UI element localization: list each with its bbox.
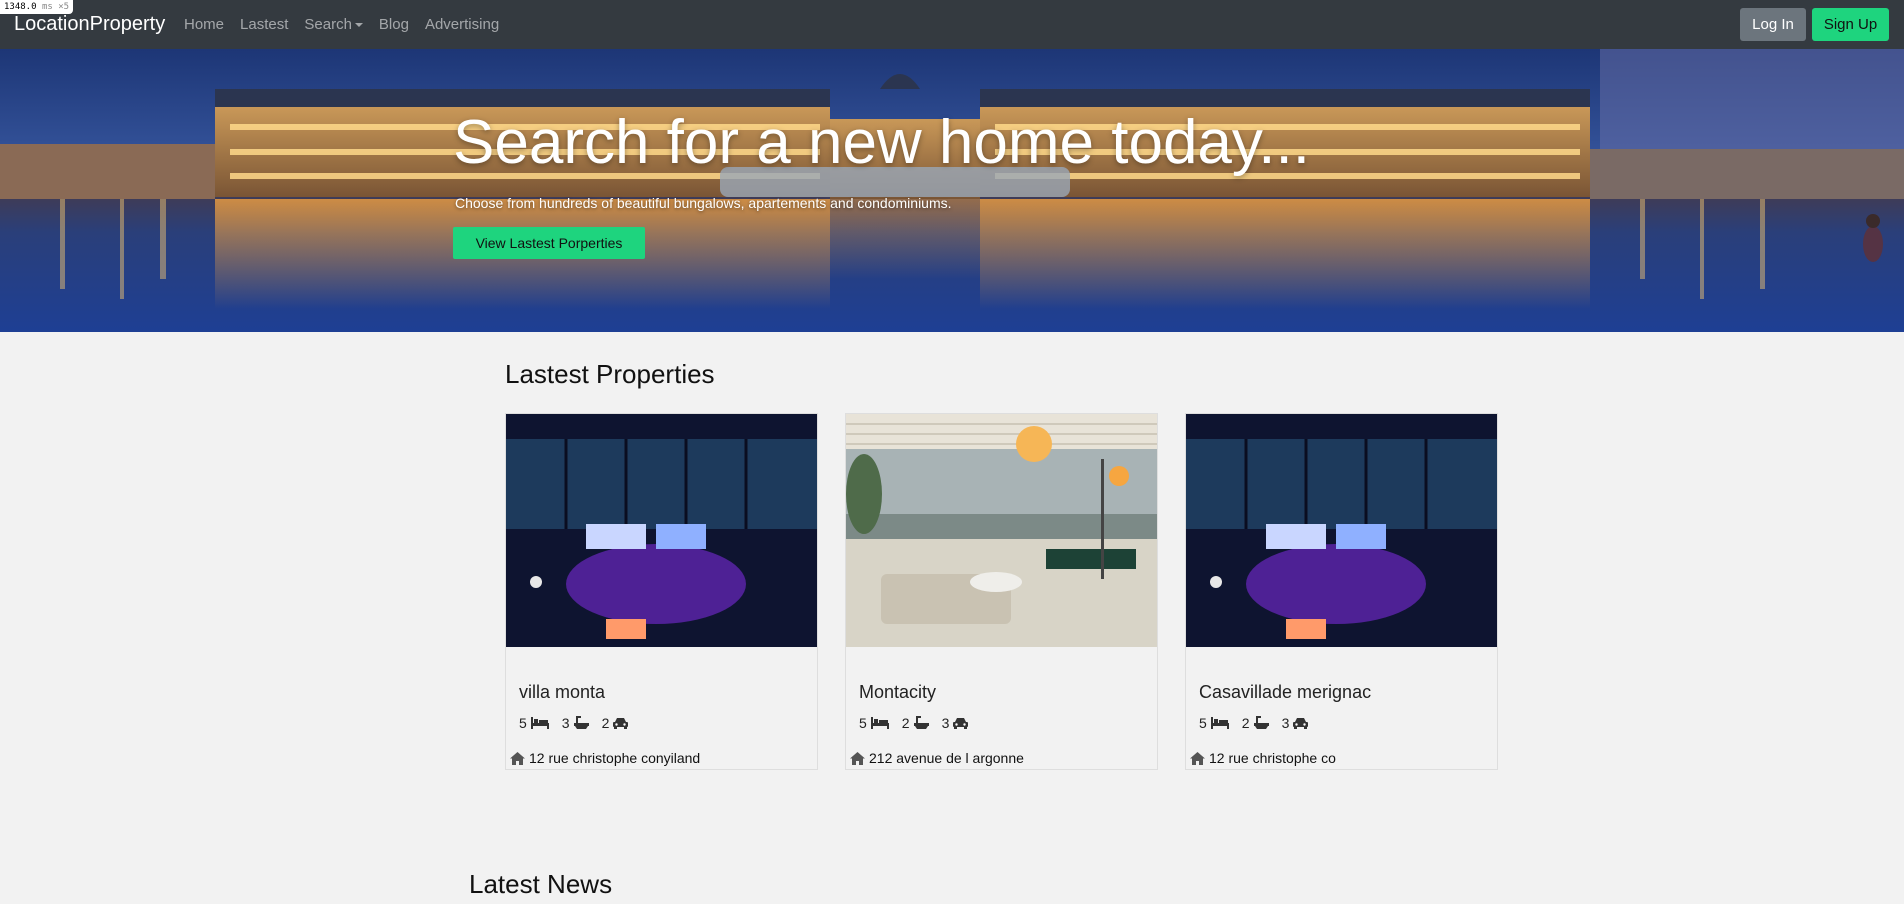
- property-address: 12 rue christophe conyiland: [510, 749, 700, 767]
- beds-count: 5: [519, 715, 527, 731]
- top-navbar: LocationProperty Home Lastest Search Blo…: [0, 0, 1904, 49]
- hero-subtitle: Choose from hundreds of beautiful bungal…: [455, 195, 952, 211]
- bed-icon: [870, 717, 889, 729]
- home-icon: [850, 751, 865, 765]
- property-address-text: 12 rue christophe conyiland: [529, 750, 701, 766]
- perf-timing-badge: 1348.0 ms ×5: [0, 0, 74, 14]
- hero-banner: Search for a new home today... Choose fr…: [0, 49, 1904, 332]
- nav-link-home[interactable]: Home: [184, 16, 224, 33]
- property-features: 5 2 3: [1199, 714, 1321, 732]
- hero-background-image: [0, 49, 1904, 332]
- property-image: [506, 414, 817, 647]
- property-title[interactable]: Casavillade merignac: [1199, 681, 1371, 703]
- caret-down-icon: [354, 22, 363, 27]
- home-icon: [510, 751, 525, 765]
- bath-icon: [573, 716, 589, 729]
- property-card[interactable]: villa monta 5 3 2 12 rue christophe cony…: [505, 413, 818, 770]
- car-icon: [1293, 718, 1309, 729]
- latest-properties-heading: Lastest Properties: [505, 359, 715, 389]
- property-address-text: 212 avenue de l argonne: [869, 750, 1024, 766]
- nav-dropdown-search[interactable]: Search: [304, 16, 363, 33]
- property-features: 5 3 2: [519, 714, 641, 732]
- property-address-text: 12 rue christophe co: [1209, 750, 1336, 766]
- nav-link-lastest[interactable]: Lastest: [240, 16, 288, 33]
- garages-count: 2: [601, 715, 610, 731]
- beds-count: 5: [1199, 715, 1207, 731]
- nav-links: Home Lastest Search Blog Advertising: [184, 0, 515, 49]
- property-address: 12 rue christophe co: [1190, 749, 1336, 767]
- brand-logo[interactable]: LocationProperty: [14, 12, 165, 36]
- perf-timing-unit: ms ×5: [41, 2, 70, 12]
- property-card[interactable]: Casavillade merignac 5 2 3 12 rue christ…: [1185, 413, 1498, 770]
- beds-count: 5: [859, 715, 867, 731]
- bath-icon: [1253, 716, 1269, 729]
- baths-count: 2: [1241, 715, 1250, 731]
- login-button[interactable]: Log In: [1740, 8, 1806, 41]
- baths-count: 3: [561, 715, 570, 731]
- latest-news-heading: Latest News: [469, 869, 613, 899]
- property-title[interactable]: Montacity: [859, 681, 936, 703]
- garages-count: 3: [941, 715, 950, 731]
- signup-button[interactable]: Sign Up: [1812, 8, 1889, 41]
- bed-icon: [1210, 717, 1229, 729]
- perf-timing-value: 1348.0: [4, 2, 37, 12]
- car-icon: [613, 718, 629, 729]
- nav-link-advertising[interactable]: Advertising: [425, 16, 499, 33]
- bath-icon: [913, 716, 929, 729]
- car-icon: [953, 718, 969, 729]
- property-image: [1186, 414, 1497, 647]
- view-latest-properties-button[interactable]: View Lastest Porperties: [453, 227, 645, 259]
- nav-link-search-label: Search: [304, 16, 352, 33]
- baths-count: 2: [901, 715, 910, 731]
- property-title[interactable]: villa monta: [519, 681, 605, 703]
- nav-link-blog[interactable]: Blog: [379, 16, 409, 33]
- bed-icon: [530, 717, 549, 729]
- property-card[interactable]: Montacity 5 2 3 212 avenue de l argonne: [845, 413, 1158, 770]
- hero-title: Search for a new home today...: [453, 108, 1310, 177]
- property-image: [846, 414, 1157, 647]
- property-address: 212 avenue de l argonne: [850, 749, 1024, 767]
- garages-count: 3: [1281, 715, 1290, 731]
- property-features: 5 2 3: [859, 714, 981, 732]
- home-icon: [1190, 751, 1205, 765]
